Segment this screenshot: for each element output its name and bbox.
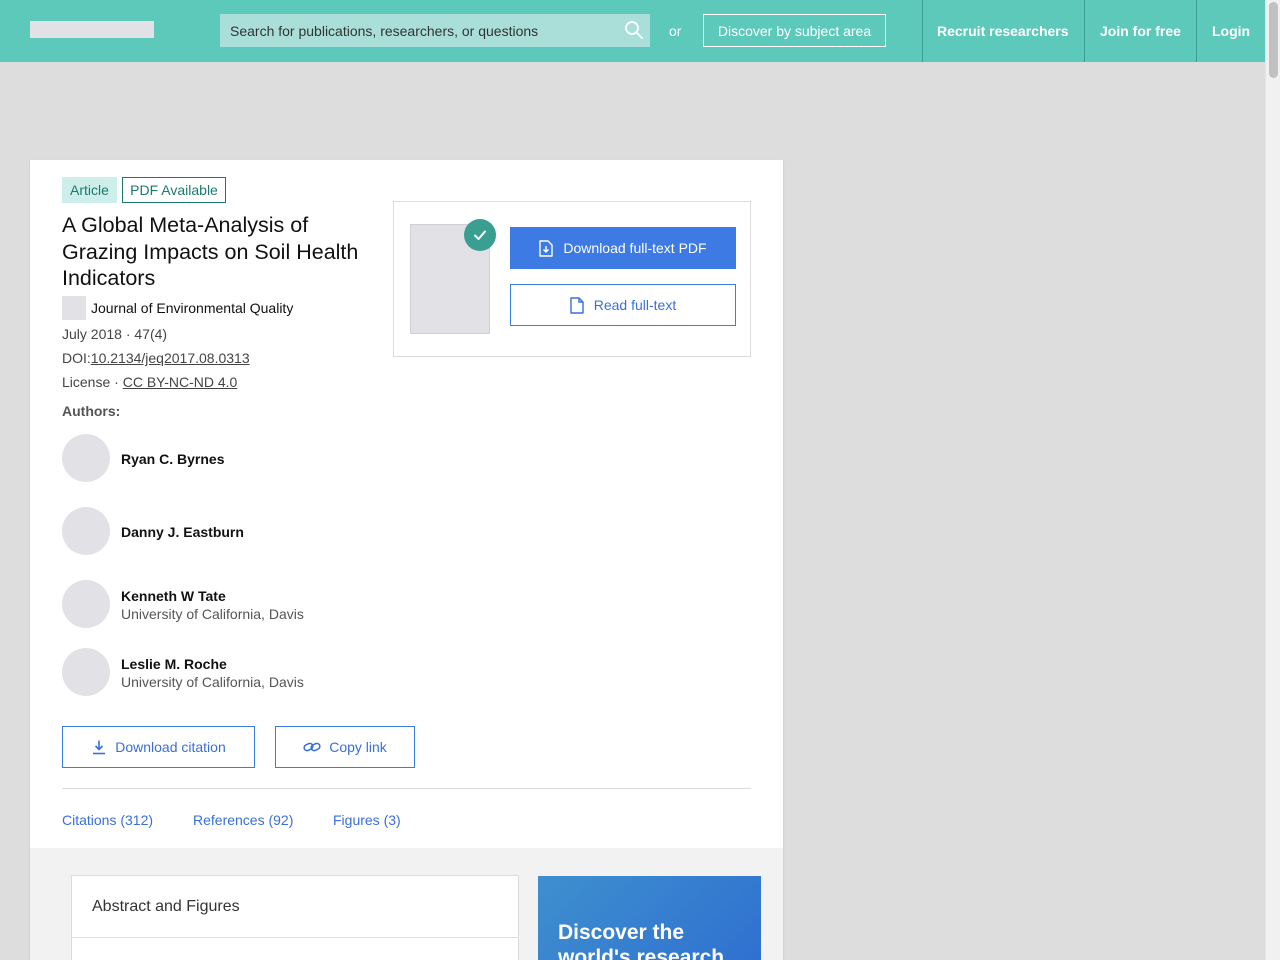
link-icon [303, 742, 321, 752]
discover-subject-button[interactable]: Discover by subject area [703, 14, 886, 47]
content-area: Abstract and Figures Discover the world'… [30, 848, 783, 960]
avatar[interactable] [62, 507, 110, 555]
tab-references[interactable]: References (92) [193, 812, 293, 828]
join-free-link[interactable]: Join for free [1100, 23, 1181, 39]
journal-name-link[interactable]: Journal of Environmental Quality [91, 300, 293, 316]
download-icon [93, 740, 106, 755]
author-name[interactable]: Leslie M. Roche [121, 656, 227, 672]
author-institution: University of California, Davis [121, 606, 304, 622]
article-card: Article PDF Available A Global Meta-Anal… [30, 160, 783, 960]
read-full-text-label: Read full-text [593, 297, 677, 313]
copy-link-label: Copy link [329, 739, 387, 755]
download-pdf-label: Download full-text PDF [563, 240, 707, 256]
download-citation-label: Download citation [115, 739, 226, 755]
doi-label: DOI: [62, 350, 91, 366]
file-download-icon [539, 239, 554, 257]
author-name[interactable]: Kenneth W Tate [121, 588, 226, 604]
or-text: or [669, 23, 682, 39]
license-link[interactable]: CC BY-NC-ND 4.0 [123, 374, 238, 390]
search-bar [220, 14, 650, 47]
download-pdf-button[interactable]: Download full-text PDF [510, 227, 736, 269]
avatar[interactable] [62, 580, 110, 628]
author-name[interactable]: Ryan C. Byrnes [121, 451, 224, 467]
article-type-badge: Article [62, 177, 117, 203]
abstract-heading: Abstract and Figures [92, 898, 240, 915]
pdf-available-badge: PDF Available [122, 177, 226, 203]
promo-text: Discover the world's research [558, 921, 725, 960]
doi-line: DOI:10.2134/jeq2017.08.0313 [62, 350, 250, 366]
recruit-researchers-link[interactable]: Recruit researchers [937, 23, 1069, 39]
avatar[interactable] [62, 434, 110, 482]
site-logo[interactable] [30, 21, 154, 38]
author-name[interactable]: Danny J. Eastburn [121, 524, 244, 540]
license-line: License · CC BY-NC-ND 4.0 [62, 374, 237, 390]
section-divider [62, 788, 751, 789]
authors-heading: Authors: [62, 403, 121, 419]
nav-divider [1084, 0, 1085, 62]
search-icon[interactable] [624, 20, 644, 40]
copy-link-button[interactable]: Copy link [275, 726, 415, 768]
page-scrollbar[interactable] [1265, 0, 1280, 960]
promo-banner[interactable]: Discover the world's research [538, 876, 761, 960]
publication-date: July 2018 · 47(4) [62, 326, 168, 342]
search-input[interactable] [220, 14, 620, 47]
check-icon [464, 219, 496, 251]
read-full-text-button[interactable]: Read full-text [510, 284, 736, 326]
doi-link[interactable]: 10.2134/jeq2017.08.0313 [91, 350, 250, 366]
file-icon [570, 296, 584, 314]
abstract-divider [72, 937, 518, 938]
journal-logo [62, 296, 86, 320]
scrollbar-thumb[interactable] [1269, 2, 1278, 78]
nav-divider [922, 0, 923, 62]
tab-citations[interactable]: Citations (312) [62, 812, 153, 828]
license-label: License · [62, 374, 123, 390]
top-navigation-bar: or Discover by subject area Recruit rese… [0, 0, 1265, 62]
login-link[interactable]: Login [1212, 23, 1250, 39]
abstract-section: Abstract and Figures [71, 875, 519, 960]
full-text-box: Download full-text PDF Read full-text [393, 201, 751, 357]
article-title: A Global Meta-Analysis of Grazing Impact… [62, 213, 359, 290]
author-institution: University of California, Davis [121, 674, 304, 690]
avatar[interactable] [62, 648, 110, 696]
tab-figures[interactable]: Figures (3) [333, 812, 401, 828]
nav-divider [1196, 0, 1197, 62]
download-citation-button[interactable]: Download citation [62, 726, 255, 768]
